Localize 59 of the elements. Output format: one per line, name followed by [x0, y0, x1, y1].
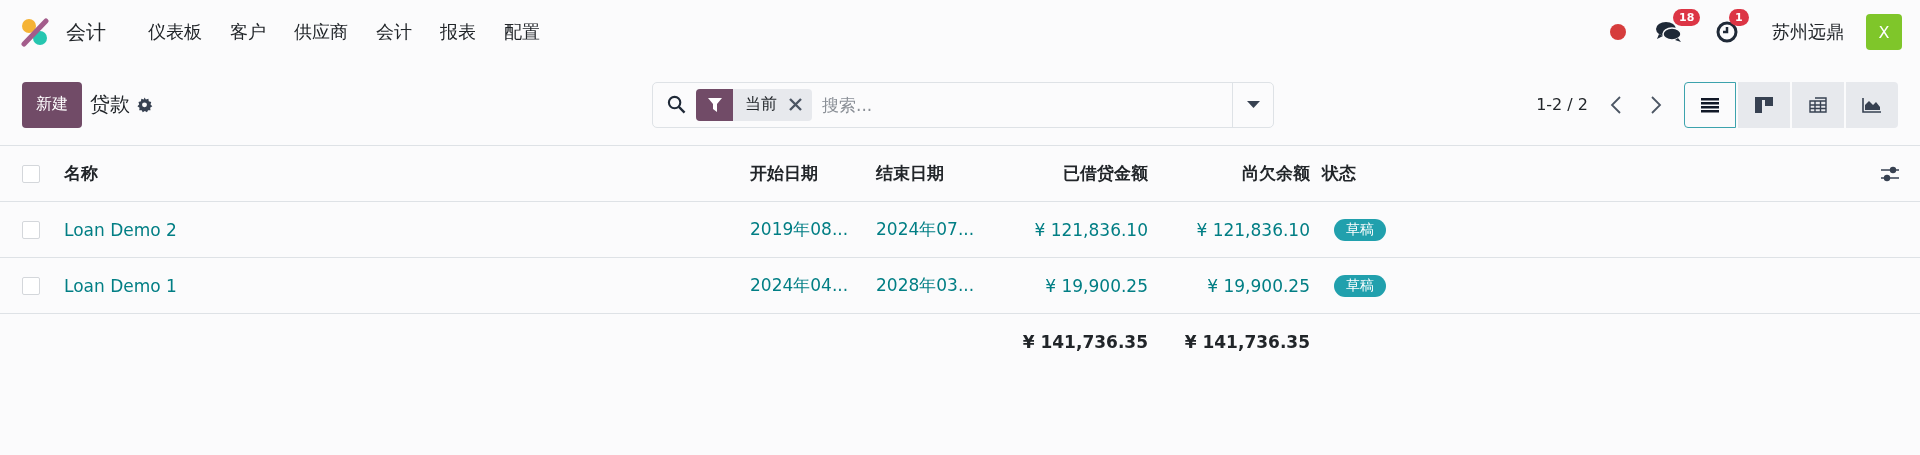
column-header[interactable]: 尚欠余额 [1160, 162, 1322, 185]
chat-icon[interactable] [1656, 21, 1682, 43]
close-icon[interactable] [789, 98, 802, 111]
column-header[interactable]: 开始日期 [750, 162, 876, 185]
table-cell-text: ¥ 19,900.25 [1044, 275, 1149, 296]
table-cell-text: ¥ 19,900.25 [1206, 275, 1311, 296]
app-name[interactable]: 会计 [66, 18, 106, 46]
row-checkbox[interactable] [22, 220, 40, 239]
page-title: 贷款 [90, 91, 130, 118]
view-button[interactable] [1684, 81, 1736, 128]
column-header[interactable]: 状态 [1322, 162, 1860, 185]
table-cell-text: 2024年04... [750, 274, 850, 297]
column-header[interactable]: 已借贷金额 [1002, 162, 1160, 185]
menu-item[interactable]: 客户 [216, 14, 280, 50]
table-cell[interactable]: Loan Demo 1 [64, 275, 750, 296]
view-button[interactable] [1846, 81, 1898, 128]
table-cell-text: ¥ 121,836.10 [1195, 219, 1311, 240]
total-cell-text: ¥ 141,736.35 [1183, 331, 1311, 352]
pager-text: 1-2 / 2 [1536, 95, 1588, 114]
table-cell-text: 2028年03... [876, 274, 976, 297]
list-icon [1701, 96, 1719, 113]
row-checkbox[interactable] [22, 276, 40, 295]
sliders-icon[interactable] [1880, 165, 1900, 182]
menu-item[interactable]: 会计 [362, 14, 426, 50]
company-name[interactable]: 苏州远鼎 [1772, 20, 1844, 44]
settings-icon[interactable] [136, 96, 153, 113]
column-header[interactable]: 结束日期 [876, 162, 1002, 185]
table-cell-text: ¥ 121,836.10 [1033, 219, 1149, 240]
status-tag: 草稿 [1334, 274, 1386, 297]
table-grid-icon [1809, 96, 1827, 113]
notification-badge: 1 [1729, 9, 1749, 26]
facet-label: 当前 [744, 94, 778, 115]
search-input[interactable]: 搜索... [820, 93, 1232, 116]
menu-item[interactable]: 仪表板 [134, 14, 216, 50]
view-button[interactable] [1738, 81, 1790, 128]
chevron-right-icon[interactable] [1650, 94, 1662, 115]
caret-icon[interactable] [1246, 100, 1260, 109]
menu-item[interactable]: 配置 [490, 14, 554, 50]
table-cell-text: 2019年08... [750, 218, 850, 241]
checkbox[interactable] [22, 164, 40, 183]
app-logo-icon[interactable] [20, 17, 50, 47]
menu-item[interactable]: 供应商 [280, 14, 362, 50]
table-cell[interactable]: Loan Demo 2 [64, 219, 750, 240]
chevron-left-icon[interactable] [1610, 94, 1622, 115]
total-cell-text: ¥ 141,736.35 [1021, 331, 1149, 352]
status-tag: 草稿 [1334, 218, 1386, 241]
search-icon [667, 95, 686, 114]
table-cell-text: 2024年07... [876, 218, 976, 241]
search-field[interactable]: 当前 搜索... [652, 81, 1274, 128]
clock-icon[interactable] [1716, 21, 1738, 43]
menu-item[interactable]: 报表 [426, 14, 490, 50]
area-chart-icon [1862, 96, 1882, 113]
new-button[interactable]: 新建 [22, 81, 82, 128]
filter-icon [707, 97, 722, 112]
kanban-icon [1755, 96, 1773, 113]
status-dot[interactable] [1610, 24, 1626, 40]
column-header[interactable]: 名称 [64, 162, 750, 185]
notification-badge: 18 [1673, 9, 1701, 26]
filter-facet[interactable]: 当前 [696, 88, 812, 121]
